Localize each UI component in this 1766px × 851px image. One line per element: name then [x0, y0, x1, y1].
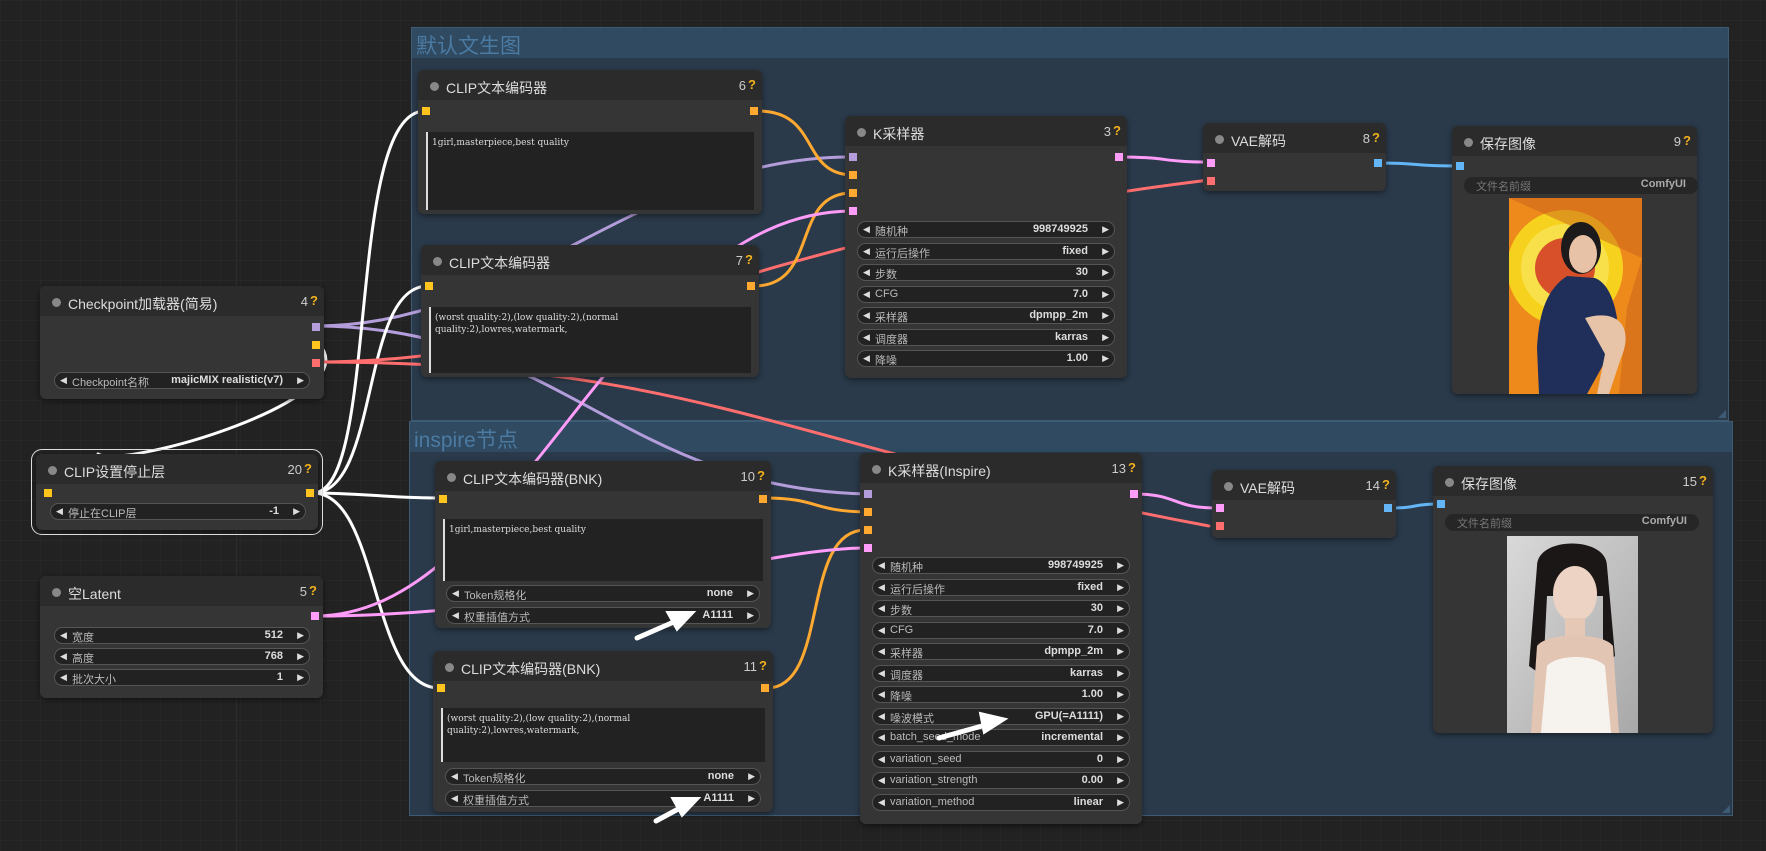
annotation-arrows [634, 611, 1009, 824]
annotation-arrow-icon [670, 797, 702, 818]
annotation-arrow-icon [665, 611, 697, 632]
annotation-arrow-icon [978, 711, 1009, 735]
annotation-arrow-icon [634, 618, 679, 641]
annotation-arrow-icon [936, 723, 985, 741]
